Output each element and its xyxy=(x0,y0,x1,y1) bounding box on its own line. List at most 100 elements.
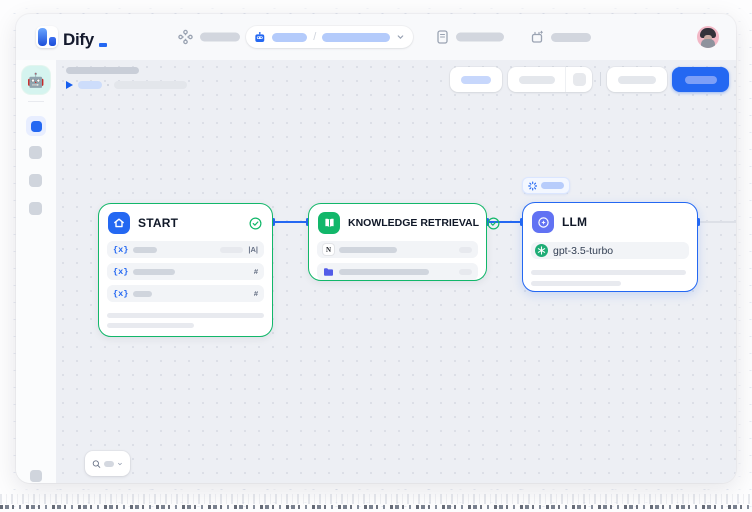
sidebar-item-2[interactable] xyxy=(29,174,42,187)
placeholder-bar xyxy=(531,281,621,286)
node-llm[interactable]: LLM gpt-3.5-turbo xyxy=(522,202,698,292)
model-selector-row[interactable]: gpt-3.5-turbo xyxy=(531,242,689,259)
source-name-placeholder xyxy=(339,269,429,275)
openai-icon xyxy=(535,244,548,257)
badge-label-placeholder xyxy=(541,182,564,189)
preview-button[interactable] xyxy=(508,76,565,84)
play-icon[interactable] xyxy=(66,81,73,89)
home-icon xyxy=(108,212,130,234)
docs-icon xyxy=(436,30,449,45)
spinner-icon xyxy=(528,181,537,191)
background-noise-text-artifact xyxy=(0,505,752,509)
workflow-title-placeholder xyxy=(66,67,139,74)
placeholder-bar xyxy=(531,270,686,275)
breadcrumb-separator: / xyxy=(313,32,316,43)
variable-name-placeholder xyxy=(133,269,175,275)
publish-button[interactable] xyxy=(672,67,729,92)
node-title: LLM xyxy=(562,215,687,229)
placeholder-bar xyxy=(107,313,264,318)
chevron-down-icon xyxy=(117,460,123,468)
node-title: KNOWLEDGE RETRIEVAL xyxy=(348,217,479,229)
edge-llm-outgoing xyxy=(698,221,736,223)
variable-row[interactable]: {x} # xyxy=(107,285,264,302)
check-circle-icon xyxy=(249,217,262,230)
node-title: START xyxy=(138,216,241,230)
placeholder-bar xyxy=(107,323,194,328)
source-meta-placeholder xyxy=(459,269,472,275)
nav-docs[interactable] xyxy=(436,30,504,45)
placeholder-bar xyxy=(200,33,240,42)
variable-value-placeholder xyxy=(220,247,243,253)
preview-button-group[interactable] xyxy=(508,67,592,92)
workflow-canvas[interactable]: START {x} |A| {x} xyxy=(56,60,736,483)
llm-running-badge xyxy=(522,177,570,194)
dot-separator xyxy=(107,84,109,86)
run-meta-placeholder xyxy=(114,81,187,89)
nav-explore[interactable] xyxy=(178,30,240,45)
run-label-placeholder xyxy=(78,81,102,89)
variable-type-badge: |A| xyxy=(248,245,258,254)
notion-icon: N xyxy=(323,244,334,255)
check-circle-icon xyxy=(487,217,500,230)
node-start[interactable]: START {x} |A| {x} xyxy=(98,203,273,337)
dify-logo-icon xyxy=(36,26,58,48)
app-name-placeholder xyxy=(272,33,308,42)
top-header: Dify xyxy=(16,14,736,60)
run-status-row xyxy=(66,80,187,89)
variable-type-badge: # xyxy=(254,267,258,276)
edge-start-to-knowledge xyxy=(273,221,308,223)
dify-app-window: Dify xyxy=(16,14,736,483)
source-name-placeholder xyxy=(339,247,397,253)
placeholder-bar xyxy=(456,33,504,42)
button-label-placeholder xyxy=(618,76,656,84)
folder-icon xyxy=(323,267,334,277)
variable-name-placeholder xyxy=(133,247,157,253)
left-sidebar: 🤖 xyxy=(16,60,56,483)
book-icon xyxy=(318,212,340,234)
variable-icon: {x} xyxy=(113,289,128,299)
sidebar-item-1[interactable] xyxy=(29,146,42,159)
zoom-control[interactable] xyxy=(85,451,130,476)
knowledge-source-row[interactable]: N xyxy=(317,241,478,258)
desktop-background: Dify xyxy=(0,0,752,512)
apps-icon xyxy=(178,30,193,45)
workflow-icon xyxy=(31,121,42,132)
button-label-placeholder xyxy=(461,76,491,84)
node-llm-header: LLM xyxy=(523,203,697,240)
placeholder-bar xyxy=(551,33,591,42)
button-label-placeholder xyxy=(685,76,717,84)
node-knowledge-retrieval[interactable]: KNOWLEDGE RETRIEVAL N xyxy=(308,203,487,281)
sidebar-divider xyxy=(28,101,44,102)
sidebar-item-settings[interactable] xyxy=(30,470,42,482)
background-noise xyxy=(0,494,752,504)
nav-plugins[interactable] xyxy=(530,30,591,44)
toolbar-divider xyxy=(600,72,601,86)
zoom-value-placeholder xyxy=(104,461,114,467)
more-icon xyxy=(573,73,586,86)
variable-type-badge: # xyxy=(254,289,258,298)
current-app-icon[interactable]: 🤖 xyxy=(22,66,50,94)
workflow-name-placeholder xyxy=(322,33,390,42)
sidebar-item-workflow-active[interactable] xyxy=(26,116,46,136)
robot-icon xyxy=(254,31,266,44)
secondary-button[interactable] xyxy=(607,67,667,92)
features-button[interactable] xyxy=(450,67,502,92)
dify-logo-text: Dify xyxy=(63,31,94,48)
app-robot-emoji: 🤖 xyxy=(27,72,44,89)
knowledge-source-row[interactable] xyxy=(317,263,478,280)
variable-name-placeholder xyxy=(133,291,152,297)
sidebar-item-3[interactable] xyxy=(29,202,42,215)
dify-logo-cursor xyxy=(99,43,107,47)
source-meta-placeholder xyxy=(459,247,472,253)
variable-row[interactable]: {x} |A| xyxy=(107,241,264,258)
node-description-placeholder xyxy=(531,270,689,286)
more-run-options-button[interactable] xyxy=(566,73,592,86)
node-start-header: START xyxy=(99,204,272,241)
dify-logo[interactable]: Dify xyxy=(36,26,107,48)
user-avatar[interactable] xyxy=(697,26,719,48)
app-switcher[interactable]: / xyxy=(246,26,413,48)
node-description-placeholder xyxy=(107,313,264,328)
variable-row[interactable]: {x} # xyxy=(107,263,264,280)
llm-icon xyxy=(532,211,554,233)
plugin-icon xyxy=(530,30,544,44)
